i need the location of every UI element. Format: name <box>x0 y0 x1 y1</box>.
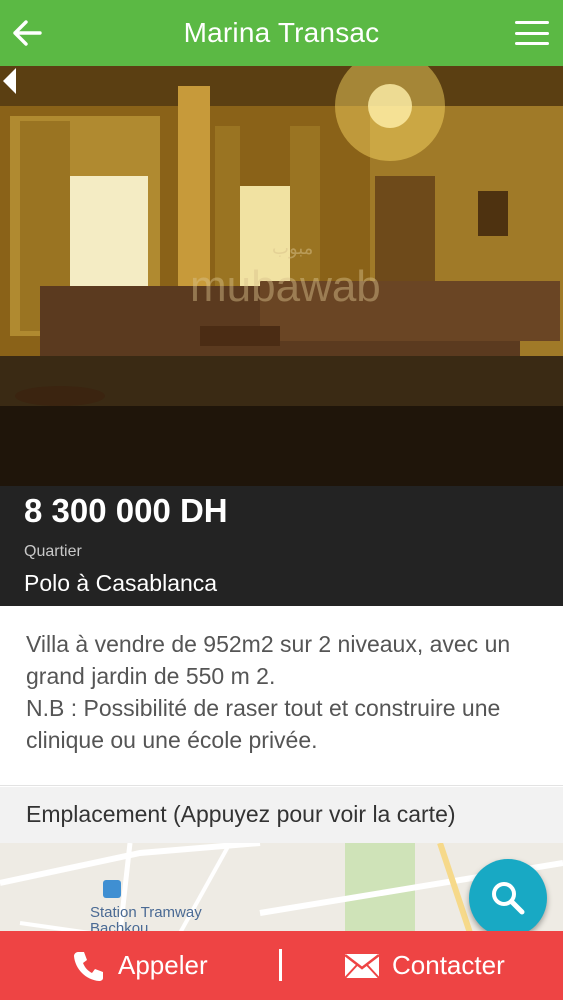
price-section: 8 300 000 DH Quartier Polo à Casablanca <box>0 486 563 606</box>
search-icon <box>492 882 525 915</box>
tram-station-icon <box>103 880 121 898</box>
contact-button[interactable]: Contacter <box>344 931 505 1000</box>
description-line: Villa à vendre de 952m2 sur 2 niveaux, a… <box>26 631 511 689</box>
listing-description: Villa à vendre de 952m2 sur 2 niveaux, a… <box>0 606 563 786</box>
page-title: Marina Transac <box>183 17 380 48</box>
action-bar: Appeler Contacter <box>0 931 563 1000</box>
listing-price: 8 300 000 DH <box>24 492 228 529</box>
envelope-icon <box>344 953 380 979</box>
back-button[interactable] <box>10 14 44 52</box>
previous-photo-icon[interactable] <box>0 66 20 96</box>
action-divider <box>279 949 282 981</box>
phone-icon <box>72 949 106 983</box>
living-room-photo: mubawab مبوب <box>0 66 563 486</box>
search-fab-button[interactable] <box>469 859 547 937</box>
arrow-left-icon <box>13 20 42 46</box>
hamburger-menu-icon <box>515 21 549 24</box>
call-button[interactable]: Appeler <box>72 931 208 1000</box>
call-label: Appeler <box>118 950 208 980</box>
location-header[interactable]: Emplacement (Appuyez pour voir la carte) <box>0 787 563 843</box>
app-header: Marina Transac <box>0 0 563 66</box>
menu-button[interactable] <box>515 18 549 48</box>
district-value: Polo à Casablanca <box>24 570 218 596</box>
watermark-text: mubawab <box>190 262 381 311</box>
watermark-arabic: مبوب <box>272 238 313 259</box>
listing-photo[interactable]: mubawab مبوب <box>0 66 563 486</box>
map-place-label: Station Tramway <box>90 904 202 921</box>
description-line: N.B : Possibilité de raser tout et const… <box>26 695 501 753</box>
district-label: Quartier <box>24 543 82 560</box>
contact-label: Contacter <box>392 950 505 980</box>
